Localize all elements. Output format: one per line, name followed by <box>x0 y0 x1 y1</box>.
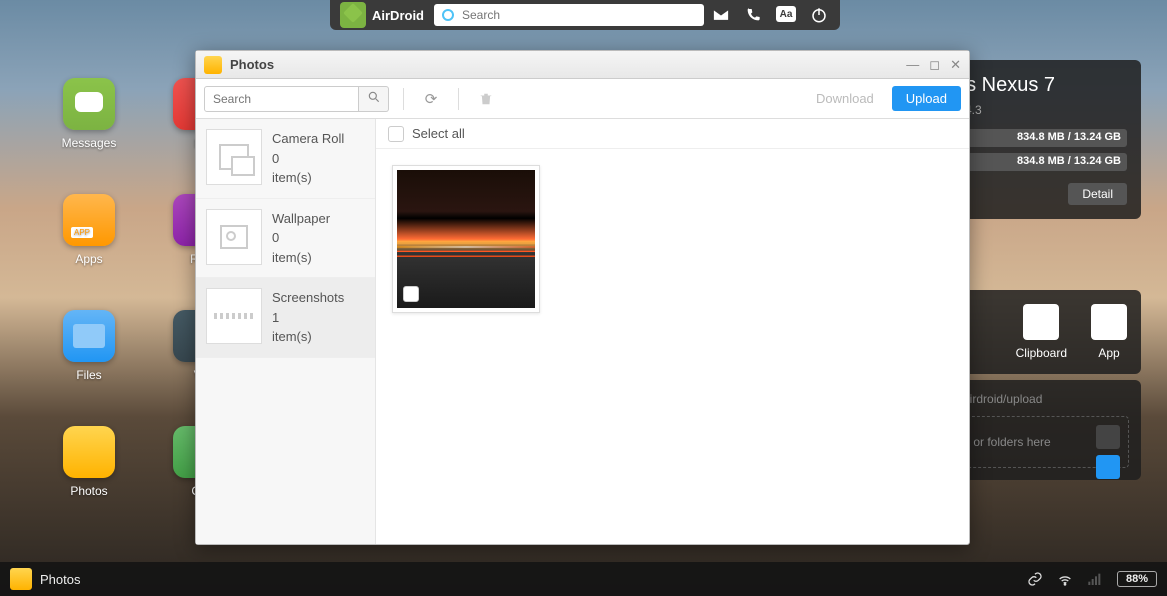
album-thumb-icon <box>206 129 262 185</box>
album-sidebar: Camera Roll 0 item(s) Wallpaper 0 item(s… <box>196 119 376 544</box>
toolbar: ⟳ Download Upload <box>196 79 969 119</box>
upload-path: d/airdroid/upload <box>953 392 1129 406</box>
photo-grid <box>376 149 969 544</box>
album-thumb-icon <box>206 209 262 265</box>
close-button[interactable]: ✕ <box>950 57 961 73</box>
window-body: Camera Roll 0 item(s) Wallpaper 0 item(s… <box>196 119 969 544</box>
upload-side-buttons <box>1096 425 1120 485</box>
desktop-label: Photos <box>70 484 107 498</box>
signal-icon <box>1087 571 1103 587</box>
separator <box>403 88 404 110</box>
search-input[interactable] <box>204 86 359 112</box>
select-all-label: Select all <box>412 126 465 141</box>
detail-button[interactable]: Detail <box>1068 183 1127 205</box>
upload-folder-icon[interactable] <box>1096 425 1120 449</box>
search-icon <box>442 9 454 21</box>
select-all-row: Select all <box>376 119 969 149</box>
album-info: Screenshots 1 item(s) <box>272 288 344 347</box>
tool-label: Clipboard <box>1016 346 1067 360</box>
taskbar: Photos 88% <box>0 562 1167 596</box>
upload-button[interactable]: Upload <box>892 86 961 111</box>
storage-bar-2: 834.8 MB / 13.24 GB <box>955 153 1127 171</box>
storage-bar-1: 834.8 MB / 13.24 GB <box>955 129 1127 147</box>
global-search-input[interactable] <box>462 8 696 22</box>
album-wallpaper[interactable]: Wallpaper 0 item(s) <box>196 199 375 279</box>
album-unit: item(s) <box>272 248 330 268</box>
desktop-apps[interactable]: Apps <box>60 194 118 266</box>
taskbar-app-label[interactable]: Photos <box>40 572 80 587</box>
album-name: Screenshots <box>272 288 344 308</box>
messages-icon <box>63 78 115 130</box>
tool-app[interactable]: App <box>1091 304 1127 360</box>
select-all-checkbox[interactable] <box>388 126 404 142</box>
upload-panel: d/airdroid/upload s or folders here <box>941 380 1141 480</box>
battery-indicator[interactable]: 88% <box>1117 571 1157 587</box>
wifi-icon[interactable] <box>1057 571 1073 587</box>
desktop-label: Apps <box>75 252 102 266</box>
clipboard-icon <box>1023 304 1059 340</box>
search-button[interactable] <box>359 86 389 112</box>
album-unit: item(s) <box>272 327 344 347</box>
desktop-photos[interactable]: Photos <box>60 426 118 498</box>
apps-icon <box>63 194 115 246</box>
album-count: 0 <box>272 149 344 169</box>
album-info: Wallpaper 0 item(s) <box>272 209 330 268</box>
maximize-button[interactable]: ◻ <box>929 57 940 73</box>
app-icon <box>1091 304 1127 340</box>
device-os: d 4.3 <box>955 103 1127 117</box>
photos-icon <box>63 426 115 478</box>
storage-text: 834.8 MB / 13.24 GB <box>1017 155 1121 167</box>
font-icon[interactable]: Aa <box>776 6 796 22</box>
top-icons: Aa <box>712 6 840 24</box>
album-name: Wallpaper <box>272 209 330 229</box>
power-icon[interactable] <box>810 6 828 24</box>
photo-checkbox[interactable] <box>403 286 419 302</box>
tool-clipboard[interactable]: Clipboard <box>1016 304 1067 360</box>
files-icon <box>63 310 115 362</box>
minimize-button[interactable]: — <box>906 57 919 73</box>
top-bar: AirDroid Aa <box>330 0 840 30</box>
window-title: Photos <box>230 57 906 72</box>
upload-hint: s or folders here <box>964 435 1051 449</box>
window-app-icon <box>204 56 222 74</box>
global-search[interactable] <box>434 4 704 26</box>
upload-file-icon[interactable] <box>1096 455 1120 479</box>
album-count: 1 <box>272 308 344 328</box>
album-thumb-icon <box>206 288 262 344</box>
desktop-files[interactable]: Files <box>60 310 118 382</box>
download-button[interactable]: Download <box>806 87 884 110</box>
device-panel: us Nexus 7 d 4.3 834.8 MB / 13.24 GB 834… <box>941 60 1141 219</box>
airdroid-logo-icon <box>340 2 366 28</box>
photo-thumbnail[interactable] <box>392 165 540 313</box>
desktop-messages[interactable]: Messages <box>60 78 118 150</box>
album-info: Camera Roll 0 item(s) <box>272 129 344 188</box>
link-icon[interactable] <box>1027 571 1043 587</box>
album-name: Camera Roll <box>272 129 344 149</box>
phone-icon[interactable] <box>744 6 762 24</box>
taskbar-app-icon[interactable] <box>10 568 32 590</box>
refresh-button[interactable]: ⟳ <box>418 86 444 112</box>
upload-dropzone[interactable]: s or folders here <box>953 416 1129 468</box>
desktop-label: Files <box>76 368 101 382</box>
tools-panel: Clipboard App <box>941 290 1141 374</box>
album-count: 0 <box>272 228 330 248</box>
device-name: us Nexus 7 <box>955 74 1127 97</box>
storage-text: 834.8 MB / 13.24 GB <box>1017 131 1121 143</box>
album-unit: item(s) <box>272 168 344 188</box>
desktop-label: Messages <box>62 136 117 150</box>
titlebar[interactable]: Photos — ◻ ✕ <box>196 51 969 79</box>
album-camera-roll[interactable]: Camera Roll 0 item(s) <box>196 119 375 199</box>
search-box <box>204 86 389 112</box>
brand-label: AirDroid <box>372 8 424 23</box>
brand: AirDroid <box>330 2 434 28</box>
album-screenshots[interactable]: Screenshots 1 item(s) <box>196 278 375 358</box>
delete-button[interactable] <box>473 86 499 112</box>
content-area: Select all <box>376 119 969 544</box>
photos-window: Photos — ◻ ✕ ⟳ Download Upload Camera Ro… <box>195 50 970 545</box>
tool-label: App <box>1098 346 1119 360</box>
mail-icon[interactable] <box>712 6 730 24</box>
separator <box>458 88 459 110</box>
